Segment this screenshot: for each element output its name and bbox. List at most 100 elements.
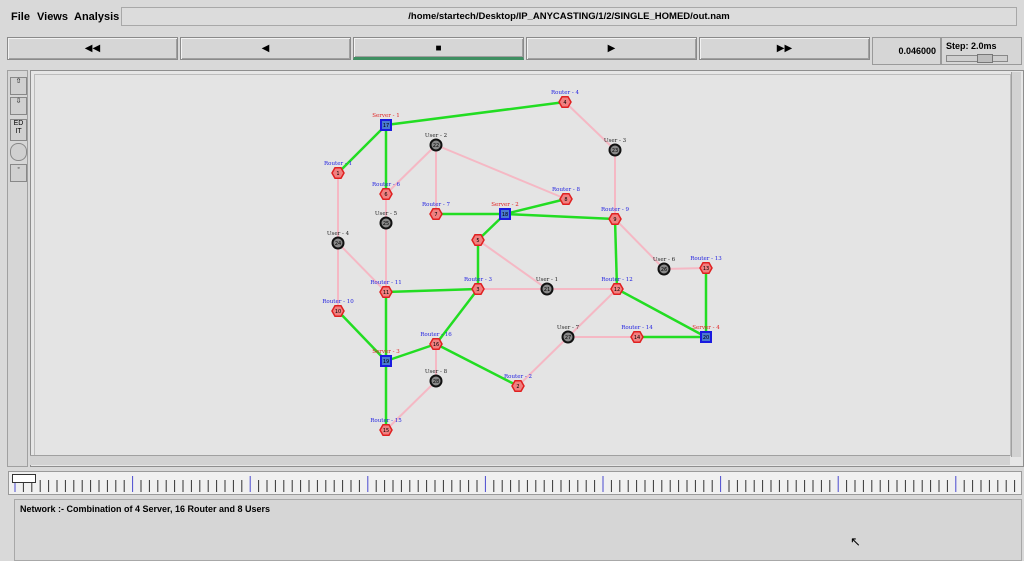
node-number: 20: [703, 335, 709, 341]
node-number: 26: [661, 267, 667, 273]
node-r14[interactable]: 14 Router - 14: [621, 325, 653, 343]
node-number: 3: [476, 287, 479, 293]
node-number: 7: [434, 212, 437, 218]
zoom-out-icon[interactable]: ⇩: [10, 97, 27, 115]
node-number: 28: [433, 379, 439, 385]
edit-button[interactable]: ED IT: [10, 119, 27, 141]
node-s1[interactable]: 17 Server - 1: [372, 113, 400, 131]
node-r10[interactable]: 10 Router - 10: [322, 299, 354, 317]
timeline-slider[interactable]: [8, 471, 1022, 495]
node-u6[interactable]: 26 User - 6: [653, 257, 676, 276]
node-label: User - 4: [327, 231, 350, 237]
node-label: Router - 7: [422, 202, 450, 208]
node-r12[interactable]: 12 Router - 12: [601, 277, 633, 295]
node-number: 27: [565, 335, 571, 341]
node-number: 11: [383, 290, 389, 296]
node-label: Server - 2: [491, 202, 519, 208]
node-number: 25: [383, 221, 389, 227]
node-label: User - 3: [604, 138, 627, 144]
node-label: User - 1: [536, 277, 558, 283]
node-r4[interactable]: 4 Router - 4: [551, 90, 579, 108]
node-label: Server - 3: [372, 349, 400, 355]
node-r5[interactable]: 5: [471, 234, 485, 246]
node-number: 9: [613, 217, 616, 223]
node-number: 22: [433, 143, 439, 149]
node-label: Router - 13: [690, 256, 722, 262]
playback-bar: ◀◀ ◀ ■ ▶ ▶▶: [0, 32, 1024, 66]
circle-tool-icon[interactable]: [10, 143, 27, 161]
link-r3-r11[interactable]: [385, 287, 479, 294]
file-path-title: /home/startech/Desktop/IP_ANYCASTING/1/2…: [121, 7, 1017, 26]
play-button[interactable]: ▶: [526, 37, 697, 60]
node-number: 16: [433, 342, 439, 348]
fast-rewind-button[interactable]: ◀◀: [7, 37, 178, 60]
rewind-button[interactable]: ◀: [180, 37, 351, 60]
step-control: Step: 2.0ms: [941, 37, 1022, 65]
network-canvas-frame: 17 Server - 1 18 Server - 2 19 Server - 3 20 Se…: [30, 70, 1024, 467]
vertical-scrollbar[interactable]: [1011, 72, 1021, 457]
node-number: 6: [384, 192, 387, 198]
network-canvas[interactable]: 17 Server - 1 18 Server - 2 19 Server - 3 20 Se…: [34, 74, 1011, 456]
node-r3[interactable]: 3 Router - 3: [464, 277, 492, 295]
node-label: User - 5: [375, 211, 398, 217]
node-number: 21: [544, 287, 550, 293]
node-label: Router - 12: [601, 277, 632, 283]
node-u7[interactable]: 27 User - 7: [557, 325, 580, 344]
menu-analysis[interactable]: Analysis: [74, 11, 119, 23]
small-circle-tool-icon[interactable]: ◦: [10, 164, 27, 182]
node-label: Router - 9: [601, 207, 629, 213]
node-label: Server - 1: [372, 113, 400, 119]
node-u1[interactable]: 21 User - 1: [536, 277, 558, 296]
node-label: Router - 6: [372, 182, 400, 188]
node-r15[interactable]: 15 Router - 15: [370, 418, 402, 436]
node-u5[interactable]: 25 User - 5: [375, 211, 398, 230]
timeline-ticks: [14, 476, 1016, 492]
node-label: Router - 1: [324, 161, 352, 167]
menu-views[interactable]: Views: [37, 11, 68, 23]
step-slider-thumb[interactable]: [977, 54, 993, 63]
time-display: 0.046000: [872, 37, 941, 65]
link-s2-r9[interactable]: [504, 212, 616, 221]
node-r11[interactable]: 11 Router - 11: [370, 280, 402, 298]
node-r9[interactable]: 9 Router - 9: [601, 207, 629, 225]
node-r13[interactable]: 13 Router - 13: [690, 256, 722, 274]
horizontal-scrollbar[interactable]: [30, 455, 1010, 465]
fast-forward-button[interactable]: ▶▶: [699, 37, 870, 60]
node-label: Server - 4: [692, 325, 720, 331]
menu-bar: File Views Analysis /home/startech/Deskt…: [0, 0, 1024, 32]
node-number: 18: [502, 212, 508, 218]
step-slider[interactable]: [946, 54, 1008, 63]
node-number: 10: [335, 309, 341, 315]
node-label: User - 2: [425, 133, 447, 139]
link-u2-r8[interactable]: [435, 144, 567, 200]
link-s1-r4[interactable]: [385, 100, 566, 127]
network-graph: 17Server - 1 18 Server - 2 19 Server - 3 20 Se…: [322, 90, 722, 436]
node-label: Router - 10: [322, 299, 354, 305]
timeline-cursor[interactable]: [12, 474, 36, 483]
tool-column: ⇧ ⇩ ED IT ◦: [7, 70, 28, 467]
status-panel: Network :- Combination of 4 Server, 16 R…: [14, 499, 1022, 561]
node-number: 8: [564, 197, 567, 203]
current-time: 0.046000: [898, 46, 936, 56]
node-label: Router - 2: [504, 374, 532, 380]
node-label: User - 8: [425, 369, 448, 375]
node-u3[interactable]: 23 User - 3: [604, 138, 627, 157]
node-label: Router - 14: [621, 325, 653, 331]
node-r6[interactable]: 6 Router - 6: [372, 182, 400, 200]
node-r1[interactable]: 1 Router - 1: [324, 161, 352, 179]
node-label: Router - 15: [370, 418, 402, 424]
zoom-in-icon[interactable]: ⇧: [10, 77, 27, 95]
node-number: 4: [563, 100, 566, 106]
node-u8[interactable]: 28 User - 8: [425, 369, 448, 388]
node-number: 19: [383, 359, 389, 365]
node-r7[interactable]: 7 Router - 7: [422, 202, 450, 220]
mouse-cursor-icon: ↖: [850, 534, 861, 549]
node-number: 13: [703, 266, 709, 272]
stop-button[interactable]: ■: [353, 37, 524, 60]
node-number: 23: [612, 148, 618, 154]
node-u4[interactable]: 24 User - 4: [327, 231, 350, 250]
node-s4[interactable]: 20 Server - 4: [692, 325, 720, 343]
node-r2[interactable]: 2 Router - 2: [504, 374, 532, 392]
step-label: Step: 2.0ms: [946, 41, 997, 51]
menu-file[interactable]: File: [11, 11, 30, 23]
